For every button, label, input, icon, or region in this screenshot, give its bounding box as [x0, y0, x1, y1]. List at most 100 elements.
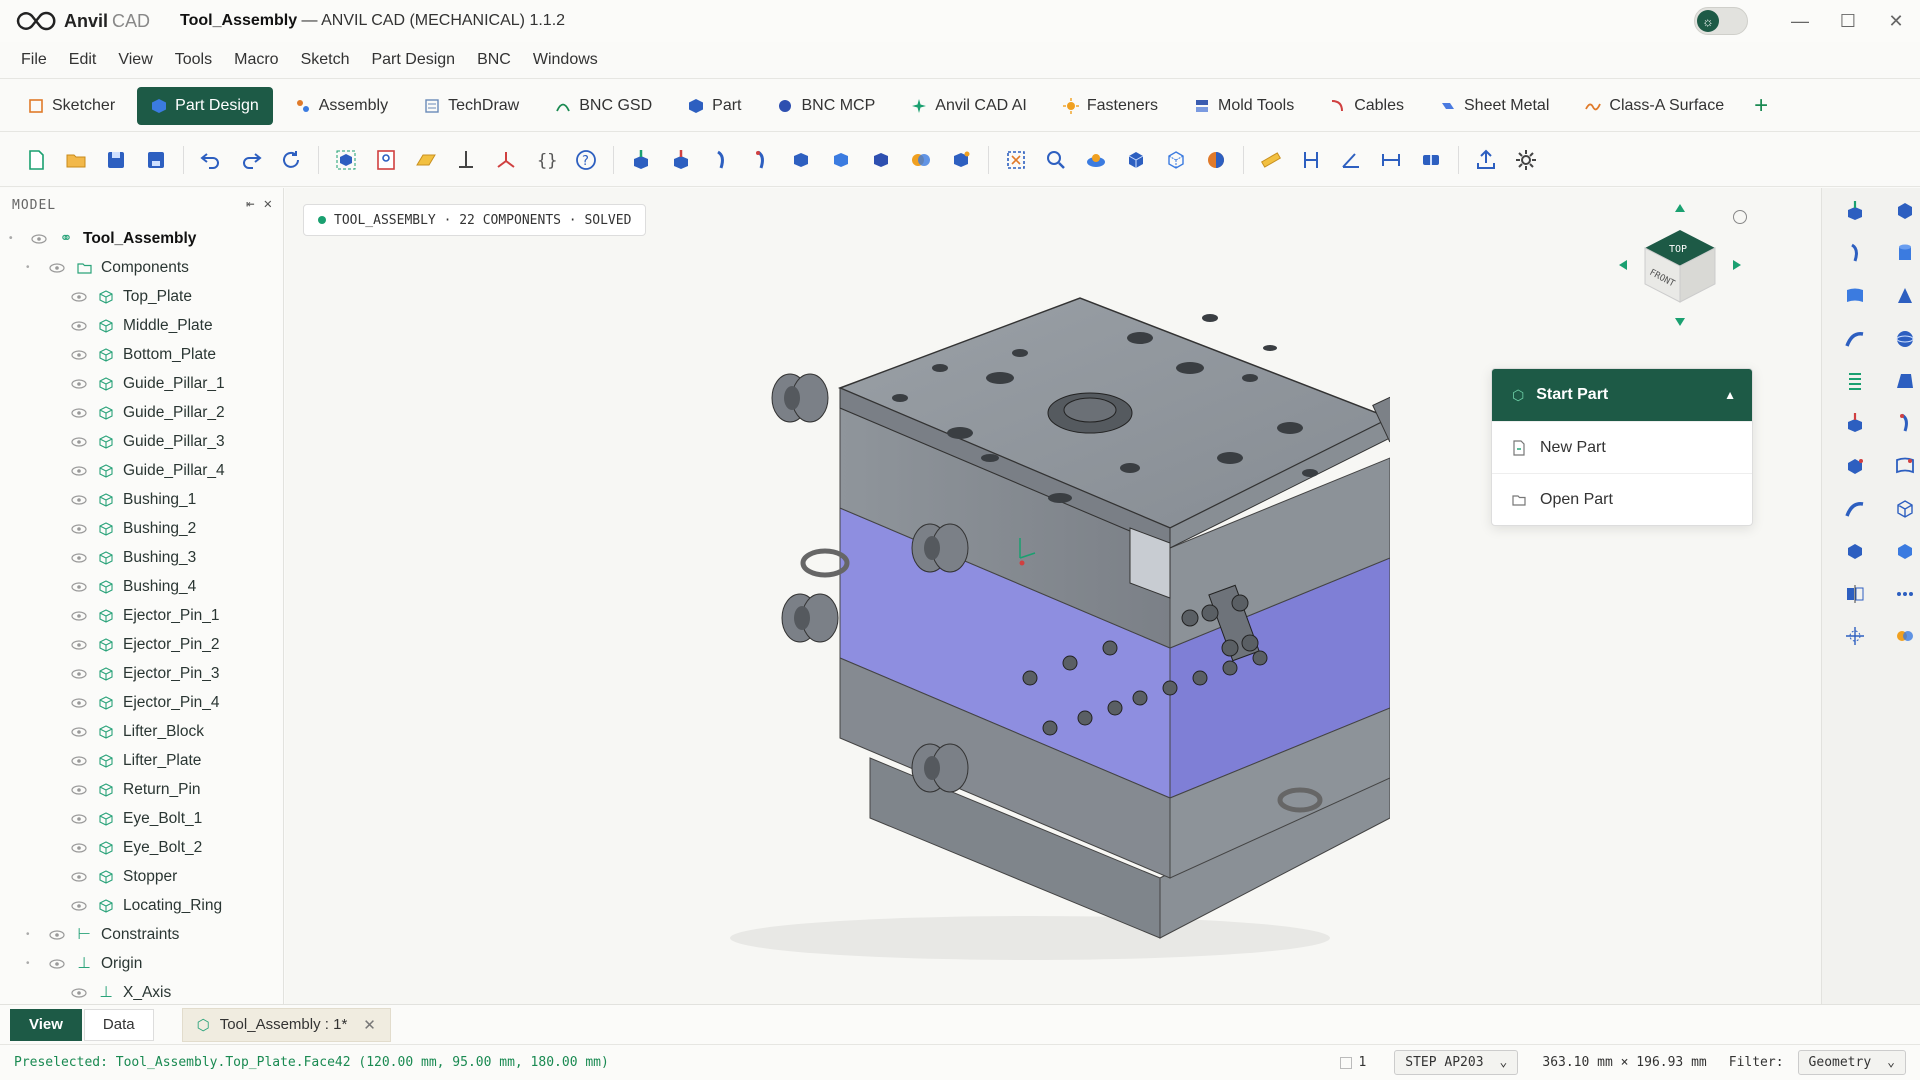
cone-icon[interactable]	[1892, 283, 1918, 309]
refresh-icon[interactable]	[271, 140, 311, 180]
close-window-button[interactable]: ✕	[1872, 0, 1920, 42]
visibility-eye-icon[interactable]	[70, 494, 88, 506]
tab-sheet-metal[interactable]: Sheet Metal	[1426, 87, 1563, 125]
menu-edit[interactable]: Edit	[58, 51, 108, 69]
theme-toggle[interactable]: ☼	[1694, 7, 1748, 35]
ruler-icon[interactable]	[1251, 140, 1291, 180]
dimension-horizontal-icon[interactable]	[1371, 140, 1411, 180]
tree-component-item[interactable]: Ejector_Pin_1	[0, 601, 283, 630]
tree-component-item[interactable]: Guide_Pillar_3	[0, 427, 283, 456]
draw-style-icon[interactable]	[1076, 140, 1116, 180]
box-icon[interactable]	[1892, 198, 1918, 224]
checkbox[interactable]	[1340, 1056, 1353, 1069]
visibility-eye-icon[interactable]	[70, 407, 88, 419]
rotate-down-arrow-icon[interactable]	[1675, 318, 1685, 326]
tree-component-item[interactable]: Lifter_Block	[0, 717, 283, 746]
zoom-icon[interactable]	[1036, 140, 1076, 180]
tree-component-item[interactable]: Locating_Ring	[0, 891, 283, 920]
tree-component-item[interactable]: Guide_Pillar_1	[0, 369, 283, 398]
wedge-icon[interactable]	[1892, 368, 1918, 394]
subtractive-box-icon[interactable]	[1842, 453, 1868, 479]
tab-view[interactable]: View	[10, 1008, 82, 1041]
menu-view[interactable]: View	[107, 51, 163, 69]
visibility-eye-icon[interactable]	[70, 581, 88, 593]
visibility-eye-icon[interactable]	[70, 320, 88, 332]
tree-component-item[interactable]: Bushing_2	[0, 514, 283, 543]
redo-icon[interactable]	[231, 140, 271, 180]
tree-component-item[interactable]: Ejector_Pin_3	[0, 659, 283, 688]
visibility-eye-icon[interactable]	[70, 871, 88, 883]
collapse-caret-icon[interactable]: ▲	[1724, 388, 1736, 402]
menu-bnc[interactable]: BNC	[466, 51, 522, 69]
revolve-icon[interactable]	[1842, 240, 1868, 266]
subtractive-loft-icon[interactable]	[1892, 453, 1918, 479]
mirror-icon[interactable]	[1842, 581, 1868, 607]
visibility-eye-icon[interactable]	[70, 639, 88, 651]
tab-fasteners[interactable]: Fasteners	[1049, 87, 1172, 125]
tree-component-item[interactable]: Eye_Bolt_2	[0, 833, 283, 862]
save-as-icon[interactable]	[136, 140, 176, 180]
isometric-view-icon[interactable]	[1116, 140, 1156, 180]
boolean-icon[interactable]	[1892, 623, 1918, 649]
tree-x-axis[interactable]: ⊥ X_Axis	[0, 978, 283, 1004]
tree-root[interactable]: • ⚭ Tool_Assembly	[0, 224, 283, 253]
visibility-eye-icon[interactable]	[48, 929, 66, 941]
loft-icon[interactable]	[781, 140, 821, 180]
export-icon[interactable]	[1466, 140, 1506, 180]
select-body-icon[interactable]	[326, 140, 366, 180]
tab-bnc-gsd[interactable]: BNC GSD	[541, 87, 666, 125]
menu-tools[interactable]: Tools	[164, 51, 223, 69]
visibility-eye-icon[interactable]	[30, 233, 48, 245]
tree-component-item[interactable]: Guide_Pillar_2	[0, 398, 283, 427]
visibility-eye-icon[interactable]	[48, 958, 66, 970]
new-part-item[interactable]: New Part	[1492, 421, 1752, 473]
format-select[interactable]: STEP AP203 ⌄	[1394, 1050, 1519, 1075]
help-icon[interactable]: ?	[566, 140, 606, 180]
tab-mold-tools[interactable]: Mold Tools	[1180, 87, 1308, 125]
pocket-icon[interactable]	[1842, 410, 1868, 436]
groove-icon[interactable]	[1892, 410, 1918, 436]
tree-component-item[interactable]: Return_Pin	[0, 775, 283, 804]
wireframe-cube-icon[interactable]	[1892, 496, 1918, 522]
visibility-eye-icon[interactable]	[70, 813, 88, 825]
visibility-eye-icon[interactable]	[70, 523, 88, 535]
subtractive-sweep-icon[interactable]	[1842, 496, 1868, 522]
angle-icon[interactable]	[1331, 140, 1371, 180]
wireframe-icon[interactable]	[1156, 140, 1196, 180]
tree-component-item[interactable]: Top_Plate	[0, 282, 283, 311]
sketch-image-icon[interactable]	[366, 140, 406, 180]
orbit-icon[interactable]	[1733, 210, 1747, 224]
tab-assembly[interactable]: Assembly	[281, 87, 402, 125]
fit-selection-icon[interactable]	[996, 140, 1036, 180]
tree-component-item[interactable]: Middle_Plate	[0, 311, 283, 340]
visibility-eye-icon[interactable]	[70, 610, 88, 622]
menu-part-design[interactable]: Part Design	[360, 51, 466, 69]
add-workbench-button[interactable]: +	[1746, 87, 1776, 125]
tab-part-design[interactable]: Part Design	[137, 86, 273, 125]
dimension-vertical-icon[interactable]	[1291, 140, 1331, 180]
menu-file[interactable]: File	[10, 51, 58, 69]
visibility-eye-icon[interactable]	[70, 697, 88, 709]
close-panel-icon[interactable]: ✕	[264, 196, 273, 212]
cylinder-icon[interactable]	[1892, 240, 1918, 266]
tab-class-a-surface[interactable]: Class-A Surface	[1571, 87, 1738, 125]
plane-icon[interactable]	[406, 140, 446, 180]
tree-component-item[interactable]: Ejector_Pin_4	[0, 688, 283, 717]
visibility-eye-icon[interactable]	[70, 349, 88, 361]
body-icon[interactable]	[941, 140, 981, 180]
filter-select[interactable]: Geometry ⌄	[1797, 1050, 1906, 1075]
rotate-left-arrow-icon[interactable]	[1619, 260, 1627, 270]
open-part-item[interactable]: Open Part	[1492, 473, 1752, 525]
menu-macro[interactable]: Macro	[223, 51, 289, 69]
tree-component-item[interactable]: Lifter_Plate	[0, 746, 283, 775]
tree-components[interactable]: • Components	[0, 253, 283, 282]
tree-component-item[interactable]: Bushing_4	[0, 572, 283, 601]
section-icon[interactable]	[1411, 140, 1451, 180]
visibility-eye-icon[interactable]	[70, 378, 88, 390]
revolve-icon[interactable]	[701, 140, 741, 180]
3d-viewport[interactable]: TOOL_ASSEMBLY · 22 COMPONENTS · SOLVED T…	[285, 188, 1821, 1004]
appearance-icon[interactable]	[1196, 140, 1236, 180]
tree-component-item[interactable]: Bushing_3	[0, 543, 283, 572]
tree-component-item[interactable]: Stopper	[0, 862, 283, 891]
groove-icon[interactable]	[741, 140, 781, 180]
